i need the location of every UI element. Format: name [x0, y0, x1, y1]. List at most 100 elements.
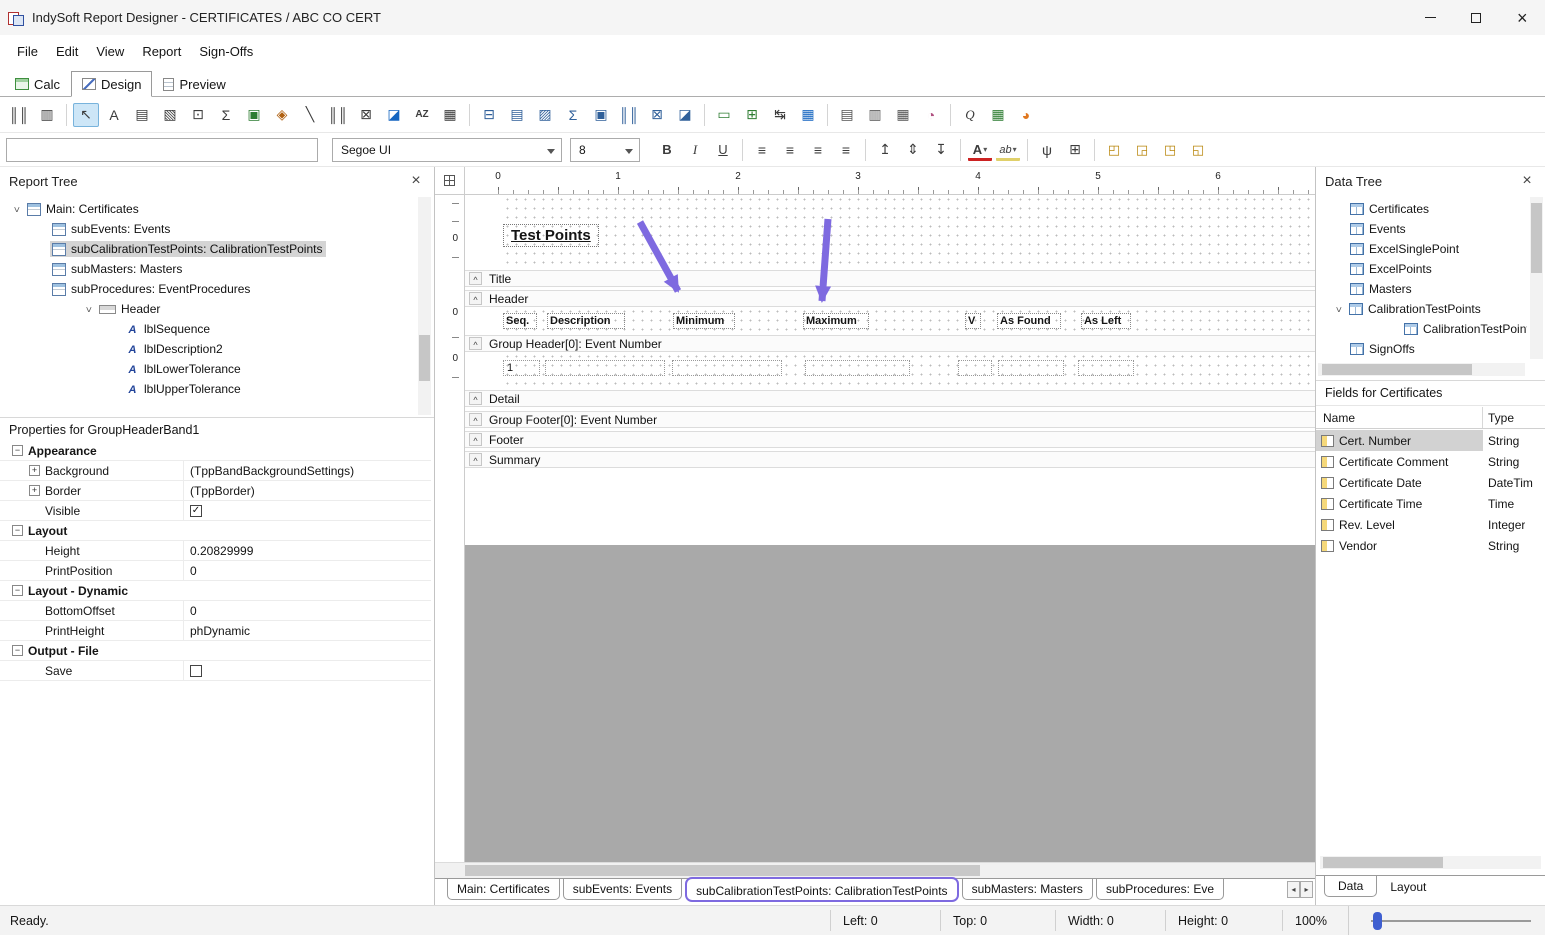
prop-group-appearance[interactable]: Appearance	[0, 441, 431, 461]
prop-value[interactable]: phDynamic	[183, 621, 431, 640]
minimize-button[interactable]	[1407, 0, 1453, 35]
data-tree-item-excelpoints[interactable]: ExcelPoints	[1316, 259, 1527, 279]
scrollbar-thumb[interactable]	[1531, 203, 1542, 273]
field-row-certificate-date[interactable]: Certificate Date DateTim	[1316, 472, 1545, 493]
close-button[interactable]	[1499, 0, 1545, 35]
field-row-certificate-time[interactable]: Certificate Time Time	[1316, 493, 1545, 514]
menu-report[interactable]: Report	[133, 40, 190, 63]
data-tree-item-certificates[interactable]: Certificates	[1316, 199, 1527, 219]
column-label-as-found[interactable]: As Found	[997, 313, 1061, 329]
collapse-band-icon[interactable]	[469, 413, 482, 426]
move-backward-icon[interactable]: ◱	[1185, 138, 1211, 162]
column-label-as-left[interactable]: As Left	[1081, 313, 1131, 329]
detail-field-box[interactable]	[1078, 360, 1134, 376]
tree-item-header-band[interactable]: Header	[0, 299, 418, 319]
fields-col-name[interactable]: Name	[1316, 407, 1483, 428]
data-tree-item-events[interactable]: Events	[1316, 219, 1527, 239]
collapse-icon[interactable]	[12, 585, 23, 596]
page-tab-submasters[interactable]: subMasters: Masters	[962, 879, 1093, 900]
richtext-tool-icon[interactable]: ▧	[157, 103, 183, 127]
tree-item-submasters[interactable]: subMasters: Masters	[0, 259, 418, 279]
band-bar-title[interactable]: Title	[465, 270, 1315, 287]
anchor-icon[interactable]: ψ	[1034, 138, 1060, 162]
tab-data[interactable]: Data	[1324, 876, 1377, 897]
field-row-rev-level[interactable]: Rev. Level Integer	[1316, 514, 1545, 535]
prop-visible[interactable]: Visible	[0, 501, 431, 521]
zoom-slider-track[interactable]	[1371, 920, 1531, 922]
detail-field-box[interactable]: 1	[503, 360, 540, 376]
canvas-horizontal-scrollbar[interactable]	[435, 862, 1315, 878]
tab-calc[interactable]: Calc	[4, 71, 71, 97]
detail-field-box[interactable]	[958, 360, 992, 376]
bring-to-front-icon[interactable]: ◰	[1101, 138, 1127, 162]
line-tool-icon[interactable]: ╲	[297, 103, 323, 127]
dbimage-tool-icon[interactable]: ▣	[588, 103, 614, 127]
field-row-certificate-comment[interactable]: Certificate Comment String	[1316, 451, 1545, 472]
page-setup-icon[interactable]: ║║	[6, 103, 32, 127]
fields-col-type[interactable]: Type	[1483, 411, 1514, 425]
report-tree-scrollbar[interactable]	[418, 197, 431, 415]
font-color-icon[interactable]: A	[967, 138, 993, 162]
collapse-band-icon[interactable]	[469, 433, 482, 446]
data-tree-vertical-scrollbar[interactable]	[1530, 197, 1543, 359]
page-tab-main-certificates[interactable]: Main: Certificates	[447, 879, 560, 900]
align-center-icon[interactable]: ≡	[777, 138, 803, 162]
data-tree-item-calibrationtestpoints-child[interactable]: CalibrationTestPoints	[1316, 319, 1527, 339]
scrollbar-thumb[interactable]	[465, 865, 980, 876]
column-label-minimum[interactable]: Minimum	[673, 313, 735, 329]
align-middle-icon[interactable]: ⇕	[900, 138, 926, 162]
data-tree-item-excelsinglepoint[interactable]: ExcelSinglePoint	[1316, 239, 1527, 259]
column-label-maximum[interactable]: Maximum	[803, 313, 869, 329]
menu-view[interactable]: View	[87, 40, 133, 63]
dbmemo-tool-icon[interactable]: ▤	[504, 103, 530, 127]
calendar-icon[interactable]: ▦	[890, 103, 916, 127]
prop-value[interactable]: (TppBorder)	[183, 481, 431, 500]
collapse-icon[interactable]	[12, 645, 23, 656]
prop-printposition[interactable]: PrintPosition 0	[0, 561, 431, 581]
band-bar-detail[interactable]: Detail	[465, 390, 1315, 407]
design-surface[interactable]: Test Points Title Header Seq. Descriptio…	[465, 195, 1315, 545]
tree-item-main-certificates[interactable]: Main: Certificates	[0, 199, 418, 219]
zoom-slider-thumb[interactable]	[1373, 912, 1382, 930]
prop-height[interactable]: Height 0.20829999	[0, 541, 431, 561]
data-tree-item-calibrationtestpoints[interactable]: CalibrationTestPoints	[1316, 299, 1527, 319]
band-bar-group-footer[interactable]: Group Footer[0]: Event Number	[465, 411, 1315, 428]
pagebreak-tool-icon[interactable]: ↹	[767, 103, 793, 127]
expand-icon[interactable]	[29, 485, 40, 496]
page-tab-subprocedures[interactable]: subProcedures: Eve	[1096, 879, 1224, 900]
fields-horizontal-scrollbar[interactable]	[1320, 856, 1541, 869]
collapse-band-icon[interactable]	[469, 292, 482, 305]
dbcheckbox-tool-icon[interactable]: ⊠	[644, 103, 670, 127]
prop-bottomoffset[interactable]: BottomOffset 0	[0, 601, 431, 621]
font-size-select[interactable]: 8	[570, 138, 640, 162]
menu-edit[interactable]: Edit	[47, 40, 87, 63]
detail-field-box[interactable]	[998, 360, 1064, 376]
tab-design[interactable]: Design	[71, 71, 152, 97]
detail-field-box[interactable]	[672, 360, 782, 376]
prop-printheight[interactable]: PrintHeight phDynamic	[0, 621, 431, 641]
bold-icon[interactable]: B	[654, 138, 680, 162]
page-tab-subcalibrationtestpoints[interactable]: subCalibrationTestPoints: CalibrationTes…	[685, 877, 958, 902]
tab-layout[interactable]: Layout	[1377, 876, 1439, 897]
image-tool-icon[interactable]: ▣	[241, 103, 267, 127]
dbchart-tool-icon[interactable]: ◪	[672, 103, 698, 127]
collapse-band-icon[interactable]	[469, 272, 482, 285]
font-family-select[interactable]: Segoe UI	[332, 138, 562, 162]
collapse-band-icon[interactable]	[469, 392, 482, 405]
detail-band[interactable]: 1	[465, 352, 1315, 390]
crosstab-tool-icon[interactable]: ▦	[795, 103, 821, 127]
data-tree-item-signoffs[interactable]: SignOffs	[1316, 339, 1527, 359]
band-bar-header[interactable]: Header	[465, 290, 1315, 307]
chevron-down-icon[interactable]	[82, 304, 94, 315]
italic-icon[interactable]: I	[682, 138, 708, 162]
prop-group-layout[interactable]: Layout	[0, 521, 431, 541]
align-left-icon[interactable]: ≡	[749, 138, 775, 162]
scrollbar-thumb[interactable]	[419, 335, 430, 381]
checkbox-tool-icon[interactable]: ⊠	[353, 103, 379, 127]
tree-item-subcalibrationtestpoints[interactable]: subCalibrationTestPoints: CalibrationTes…	[0, 239, 418, 259]
group-header-band[interactable]: Seq. Description Minimum Maximum V As Fo…	[465, 307, 1315, 335]
chart-tool-icon[interactable]: ◪	[381, 103, 407, 127]
collapse-icon[interactable]	[12, 525, 23, 536]
title-band[interactable]: Test Points	[465, 195, 1315, 270]
dbbarcode-tool-icon[interactable]: ║║	[616, 103, 642, 127]
